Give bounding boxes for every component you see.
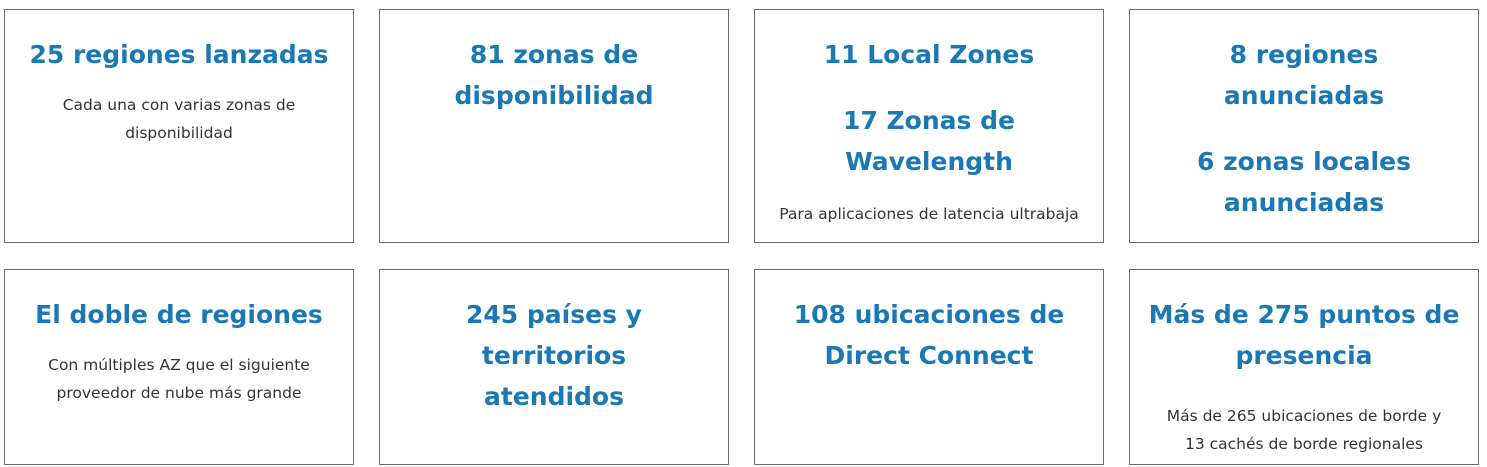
stat-headline: 245 países y territorios atendidos xyxy=(398,294,710,417)
stat-headline: 81 zonas de disponibilidad xyxy=(398,34,710,116)
stat-headline-line: Direct Connect xyxy=(824,341,1034,370)
stat-headline-line: 6 zonas locales xyxy=(1197,147,1411,176)
stat-description-line: disponibilidad xyxy=(125,124,233,142)
stat-headline-line: presencia xyxy=(1235,341,1373,370)
stat-card-points-of-presence: Más de 275 puntos de presencia Más de 26… xyxy=(1129,269,1479,465)
stat-card-countries-served: 245 países y territorios atendidos xyxy=(379,269,729,465)
stat-headline-line: atendidos xyxy=(484,382,624,411)
stat-headline: 25 regiones lanzadas xyxy=(29,40,329,69)
stat-card-direct-connect: 108 ubicaciones de Direct Connect xyxy=(754,269,1104,465)
stats-grid: 25 regiones lanzadas Cada una con varias… xyxy=(0,0,1487,467)
stat-description-line: 13 cachés de borde regionales xyxy=(1184,435,1424,453)
stat-headline: El doble de regiones xyxy=(35,300,323,329)
stat-card-regions-launched: 25 regiones lanzadas Cada una con varias… xyxy=(4,9,354,243)
stat-description: Cada una con varias zonas de disponibili… xyxy=(23,91,335,147)
stat-description: Para aplicaciones de latencia ultrabaja xyxy=(779,205,1079,223)
stat-card-availability-zones: 81 zonas de disponibilidad xyxy=(379,9,729,243)
stat-headline-line: 245 países y territorios xyxy=(466,300,642,370)
stat-card-announced-regions: 8 regiones anunciadas 6 zonas locales an… xyxy=(1129,9,1479,243)
stat-headline-line: 17 Zonas de xyxy=(843,106,1015,135)
stat-headline: 11 Local Zones xyxy=(823,40,1035,69)
stat-headline-line: anunciadas xyxy=(1223,188,1385,217)
stat-description-line: Con múltiples AZ que el siguiente xyxy=(48,356,310,374)
stat-headline-secondary: 17 Zonas de Wavelength xyxy=(773,100,1085,182)
stat-headline: Más de 275 puntos de presencia xyxy=(1148,294,1460,376)
stat-description: Más de 265 ubicaciones de borde y 13 cac… xyxy=(1148,402,1460,458)
stat-description-line: proveedor de nube más grande xyxy=(56,384,302,402)
stat-headline-line: Wavelength xyxy=(845,147,1013,176)
stat-description-line: Cada una con varias zonas de xyxy=(62,96,296,114)
stat-headline-line: disponibilidad xyxy=(454,81,654,110)
stat-headline-line: 108 ubicaciones de xyxy=(793,300,1065,329)
stat-headline-line: Más de 275 puntos de xyxy=(1148,300,1460,329)
stat-headline-secondary: 6 zonas locales anunciadas xyxy=(1148,141,1460,223)
stat-headline: 108 ubicaciones de Direct Connect xyxy=(773,294,1085,376)
stat-description: Con múltiples AZ que el siguiente provee… xyxy=(23,351,335,407)
stat-card-double-regions: El doble de regiones Con múltiples AZ qu… xyxy=(4,269,354,465)
stat-card-local-wavelength-zones: 11 Local Zones 17 Zonas de Wavelength Pa… xyxy=(754,9,1104,243)
stat-headline-line: 81 zonas de xyxy=(469,40,639,69)
stat-headline: 8 regiones anunciadas xyxy=(1223,40,1385,110)
stat-description-line: Más de 265 ubicaciones de borde y xyxy=(1166,407,1442,425)
